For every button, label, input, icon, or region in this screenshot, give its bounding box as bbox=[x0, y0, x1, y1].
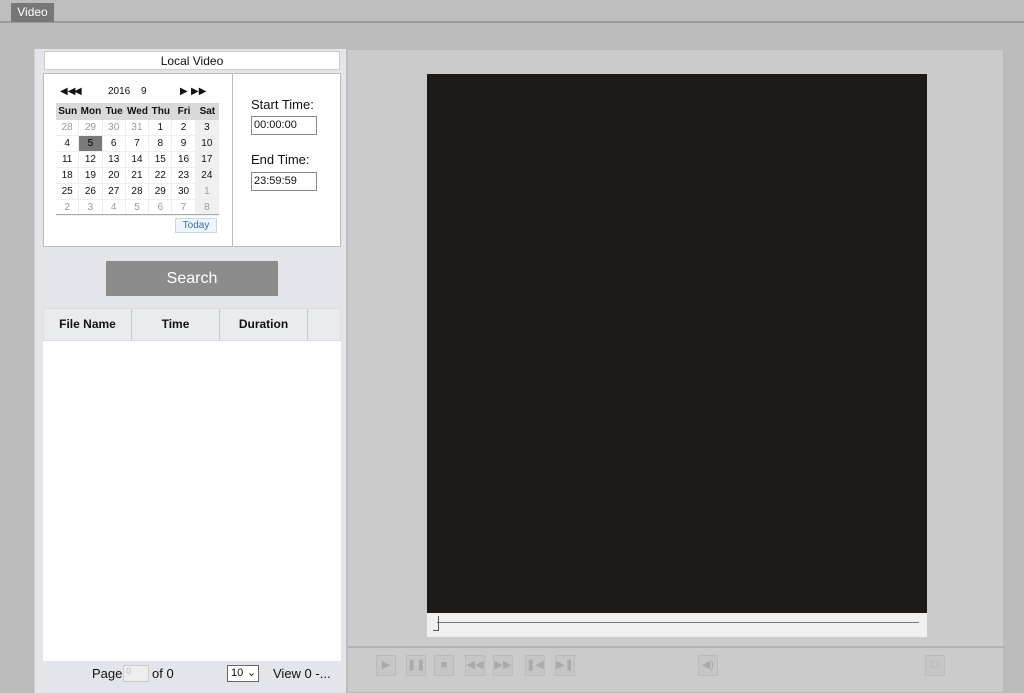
view-range: View 0 -... bbox=[273, 666, 331, 681]
calendar-day[interactable]: 16 bbox=[172, 152, 196, 168]
calendar-day[interactable]: 4 bbox=[56, 136, 80, 152]
table-header: File Name Time Duration bbox=[43, 308, 341, 341]
pager: Page 0 of 0 10 ⌄ View 0 -... bbox=[43, 661, 341, 685]
calendar-day[interactable]: 15 bbox=[149, 152, 173, 168]
today-button[interactable]: Today bbox=[175, 218, 217, 233]
start-time-input[interactable]: 00:00:00 bbox=[251, 116, 317, 135]
calendar-day[interactable]: 9 bbox=[172, 136, 196, 152]
calendar-day[interactable]: 29 bbox=[79, 120, 103, 136]
progress-slider[interactable] bbox=[427, 613, 927, 637]
calendar-day[interactable]: 30 bbox=[172, 184, 196, 200]
calendar-day[interactable]: 7 bbox=[125, 136, 150, 152]
next-year-icon[interactable]: ▶▶ bbox=[191, 86, 206, 97]
calendar-day[interactable]: 30 bbox=[102, 120, 126, 136]
date-time-box: ◀◀ ◀ 2016 9 ▶ ▶▶ Sun Mon Tue Wed Thu Fri Sat 28… bbox=[43, 73, 341, 247]
fast-forward-icon[interactable]: ▶▶ bbox=[493, 655, 513, 676]
calendar-day[interactable]: 1 bbox=[149, 120, 173, 136]
weekday-header: Sat bbox=[195, 103, 219, 120]
end-time-input[interactable]: 23:59:59 bbox=[251, 172, 317, 191]
calendar-month: 9 bbox=[141, 86, 147, 97]
weekday-header: Tue bbox=[102, 103, 126, 120]
next-frame-icon[interactable]: ▶❚ bbox=[555, 655, 575, 676]
end-time-label: End Time: bbox=[251, 152, 310, 167]
file-list bbox=[43, 341, 341, 661]
player-panel: ▶ ❚❚ ■ ◀◀ ▶▶ ❚◀ ▶❚ ◀) □ bbox=[347, 49, 1005, 693]
pause-icon[interactable]: ❚❚ bbox=[406, 655, 426, 676]
weekday-header: Sun bbox=[56, 103, 80, 120]
calendar-day[interactable]: 24 bbox=[195, 168, 219, 184]
page-label: Page bbox=[92, 666, 123, 681]
chevron-down-icon: ⌄ bbox=[247, 667, 257, 679]
search-button[interactable]: Search bbox=[106, 261, 278, 296]
start-time-label: Start Time: bbox=[251, 97, 314, 112]
column-duration[interactable]: Duration bbox=[220, 309, 308, 340]
calendar-day[interactable]: 10 bbox=[195, 136, 219, 152]
video-display bbox=[427, 74, 927, 613]
divider bbox=[348, 646, 1005, 648]
weekday-header: Fri bbox=[172, 103, 196, 120]
page-count: of 0 bbox=[152, 666, 174, 681]
page-input[interactable]: 0 bbox=[123, 665, 149, 682]
next-month-icon[interactable]: ▶ bbox=[180, 86, 188, 97]
calendar-day[interactable]: 28 bbox=[125, 184, 150, 200]
divider bbox=[56, 214, 219, 215]
top-bar: Video bbox=[0, 0, 1024, 23]
calendar-day[interactable]: 6 bbox=[102, 136, 126, 152]
calendar-day[interactable]: 3 bbox=[195, 120, 219, 136]
divider bbox=[232, 74, 233, 246]
calendar-year: 2016 bbox=[108, 86, 131, 97]
tab-video[interactable]: Video bbox=[11, 3, 54, 22]
calendar-day[interactable]: 12 bbox=[79, 152, 103, 168]
weekday-header: Mon bbox=[79, 103, 103, 120]
calendar-header: ◀◀ ◀ 2016 9 ▶ ▶▶ bbox=[54, 86, 219, 98]
calendar-day[interactable]: 19 bbox=[79, 168, 103, 184]
calendar-day[interactable]: 2 bbox=[172, 120, 196, 136]
calendar-day[interactable]: 31 bbox=[125, 120, 150, 136]
calendar-day[interactable]: 13 bbox=[102, 152, 126, 168]
column-file-name[interactable]: File Name bbox=[44, 309, 132, 340]
fullscreen-icon[interactable]: □ bbox=[925, 655, 945, 676]
previous-frame-icon[interactable]: ❚◀ bbox=[525, 655, 545, 676]
calendar-day[interactable]: 25 bbox=[56, 184, 80, 200]
slider-track bbox=[437, 622, 919, 623]
column-time[interactable]: Time bbox=[132, 309, 220, 340]
rewind-icon[interactable]: ◀◀ bbox=[465, 655, 485, 676]
calendar-day[interactable]: 29 bbox=[149, 184, 173, 200]
calendar-day[interactable]: 20 bbox=[102, 168, 126, 184]
per-page-value: 10 bbox=[231, 667, 244, 679]
calendar-grid: Sun Mon Tue Wed Thu Fri Sat 28 29 30 31 1 2 3 4 5 6 7 8 9 10… bbox=[56, 103, 219, 216]
calendar-day[interactable]: 27 bbox=[102, 184, 126, 200]
per-page-select[interactable]: 10 ⌄ bbox=[227, 665, 259, 682]
weekday-header: Thu bbox=[149, 103, 173, 120]
weekday-header: Wed bbox=[125, 103, 150, 120]
calendar-day[interactable]: 11 bbox=[56, 152, 80, 168]
left-panel: Local Video ◀◀ ◀ 2016 9 ▶ ▶▶ Sun Mon Tue We… bbox=[34, 49, 346, 693]
calendar-day[interactable]: 23 bbox=[172, 168, 196, 184]
volume-icon[interactable]: ◀) bbox=[698, 655, 718, 676]
calendar-day[interactable]: 28 bbox=[56, 120, 80, 136]
panel-title: Local Video bbox=[44, 51, 340, 70]
calendar-day-selected[interactable]: 5 bbox=[79, 136, 103, 152]
calendar-day[interactable]: 18 bbox=[56, 168, 80, 184]
stop-icon[interactable]: ■ bbox=[434, 655, 454, 676]
slider-thumb[interactable] bbox=[433, 616, 439, 631]
calendar-day[interactable]: 26 bbox=[79, 184, 103, 200]
calendar-day[interactable]: 1 bbox=[195, 184, 219, 200]
prev-month-icon[interactable]: ◀ bbox=[74, 86, 82, 97]
calendar-day[interactable]: 22 bbox=[149, 168, 173, 184]
calendar-day[interactable]: 21 bbox=[125, 168, 150, 184]
play-icon[interactable]: ▶ bbox=[376, 655, 396, 676]
calendar-day[interactable]: 14 bbox=[125, 152, 150, 168]
calendar-day[interactable]: 17 bbox=[195, 152, 219, 168]
calendar-day[interactable]: 8 bbox=[149, 136, 173, 152]
